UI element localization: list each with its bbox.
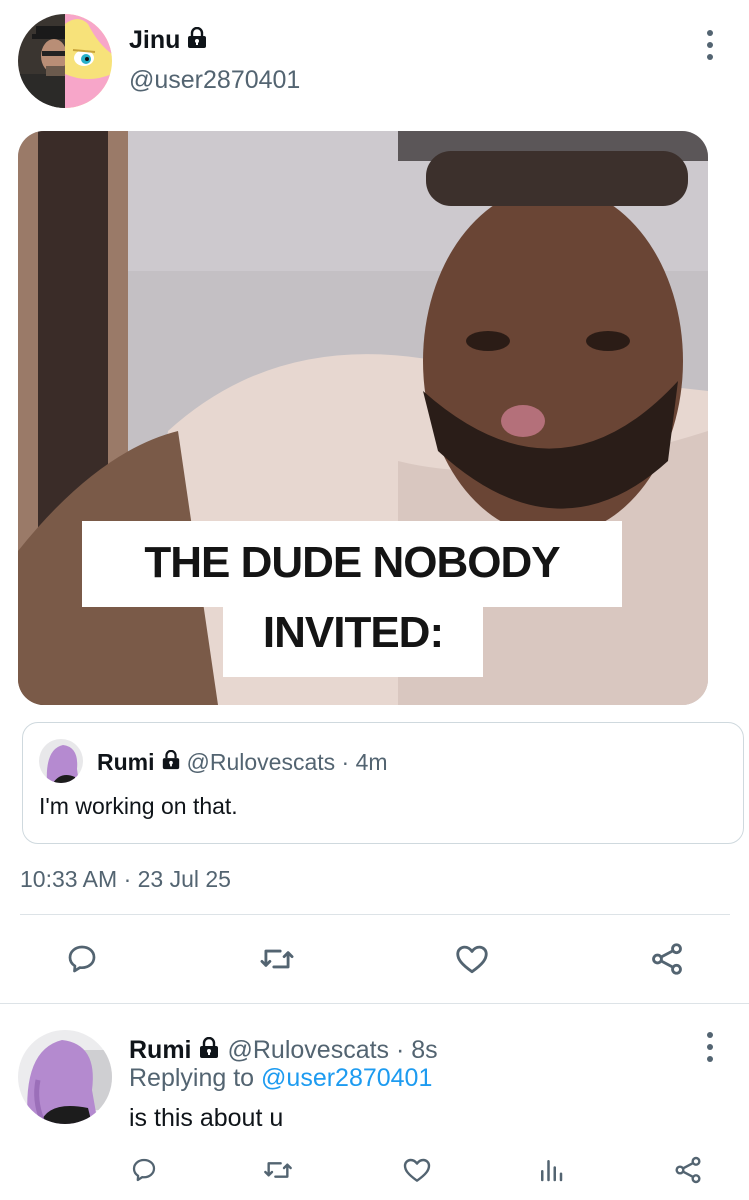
reply-reply-button[interactable] bbox=[124, 1148, 164, 1192]
reply-author-handle[interactable]: @Rulovescats · 8s bbox=[228, 1036, 438, 1065]
replying-to-line: Replying to @user2870401 bbox=[129, 1064, 432, 1093]
like-button[interactable] bbox=[450, 937, 494, 981]
reply-author-row: Rumi @Rulovescats · 8s bbox=[129, 1036, 438, 1065]
reply-text: is this about u bbox=[129, 1104, 284, 1132]
author-handle[interactable]: @user2870401 bbox=[129, 66, 300, 95]
reply-icon bbox=[132, 1158, 156, 1182]
author-name[interactable]: Jinu bbox=[129, 26, 180, 55]
share-icon bbox=[652, 943, 682, 975]
reply-icon bbox=[68, 945, 96, 973]
quoted-author-avatar bbox=[39, 739, 83, 783]
author-name-row: Jinu bbox=[129, 26, 208, 55]
quoted-author-name: Rumi bbox=[97, 749, 155, 775]
author-avatar[interactable] bbox=[18, 14, 112, 108]
share-button[interactable] bbox=[645, 937, 689, 981]
reply-author-name[interactable]: Rumi bbox=[129, 1036, 192, 1065]
reply-more-options-icon[interactable] bbox=[705, 1032, 715, 1062]
retweet-button[interactable] bbox=[255, 937, 299, 981]
tweet-media[interactable]: THE DUDE NOBODY INVITED: bbox=[18, 131, 708, 705]
more-options-icon[interactable] bbox=[705, 30, 715, 60]
tweet-timestamp[interactable]: 10:33 AM · 23 Jul 25 bbox=[20, 866, 231, 893]
reply-share-button[interactable] bbox=[668, 1148, 708, 1192]
share-icon bbox=[675, 1156, 701, 1184]
avatar-image bbox=[18, 1030, 112, 1124]
like-icon bbox=[403, 1158, 431, 1182]
retweet-icon bbox=[260, 949, 294, 969]
reply-retweet-button[interactable] bbox=[258, 1148, 298, 1192]
lock-icon bbox=[161, 749, 181, 775]
like-icon bbox=[456, 945, 488, 974]
avatar-image bbox=[18, 14, 112, 108]
reply-analytics-button[interactable] bbox=[531, 1148, 571, 1192]
retweet-icon bbox=[264, 1162, 292, 1178]
meme-caption-line2: INVITED: bbox=[223, 597, 483, 677]
author-handle-row: @user2870401 bbox=[129, 66, 300, 95]
lock-icon bbox=[198, 1036, 220, 1064]
reply-tweet bbox=[0, 1005, 749, 1200]
replying-to-label: Replying to bbox=[129, 1064, 255, 1092]
reply-author-avatar[interactable] bbox=[18, 1030, 112, 1124]
quoted-author-row: Rumi @Rulovescats · 4m bbox=[97, 749, 388, 776]
reply-button[interactable] bbox=[60, 937, 104, 981]
replying-to-mention[interactable]: @user2870401 bbox=[261, 1064, 432, 1092]
meme-caption-line1: THE DUDE NOBODY bbox=[82, 521, 622, 607]
divider bbox=[20, 914, 730, 915]
quoted-tweet[interactable]: Rumi @Rulovescats · 4m I'm working on th… bbox=[22, 722, 744, 844]
main-tweet: Jinu @user2870401 THE DUDE NOBODY INVITE… bbox=[0, 0, 749, 1004]
section-divider bbox=[0, 1003, 749, 1004]
lock-icon bbox=[186, 26, 208, 54]
analytics-icon bbox=[541, 1160, 563, 1182]
reply-like-button[interactable] bbox=[397, 1148, 437, 1192]
quoted-author-handle: @Rulovescats · 4m bbox=[186, 749, 388, 775]
quoted-tweet-text: I'm working on that. bbox=[39, 793, 238, 819]
